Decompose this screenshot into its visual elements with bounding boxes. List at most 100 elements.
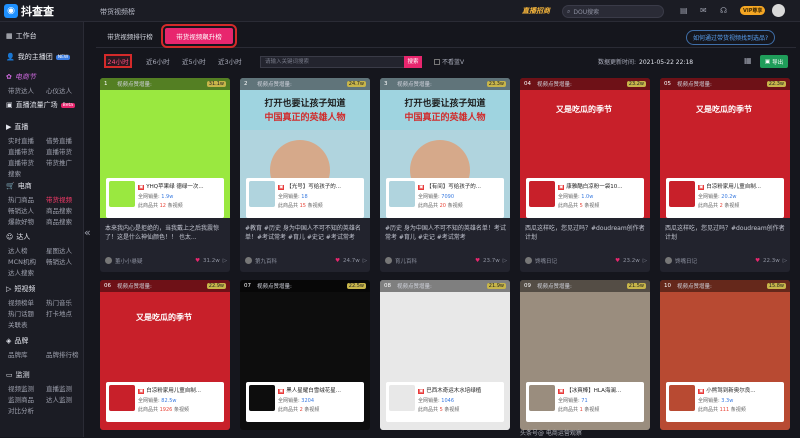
- sidebar-sub-brand-1[interactable]: 品牌库: [8, 349, 28, 359]
- product-info[interactable]: ▣ 白凉粉家用儿童自制... 全网销量: 82.5w 此商品共 1926 条视频: [106, 382, 224, 422]
- sidebar-sub-live-7[interactable]: 搜索: [8, 168, 21, 178]
- sidebar-sub-talent-5[interactable]: 达人搜索: [8, 267, 34, 277]
- sidebar-sub-video-2[interactable]: 热门音乐: [46, 297, 72, 307]
- author-avatar[interactable]: [385, 257, 392, 264]
- product-title[interactable]: ▣ 白凉粉家用儿童自制...: [138, 386, 222, 394]
- product-title[interactable]: ▣ 小熊驾到新奥尔良...: [698, 386, 782, 394]
- play-icon[interactable]: ▷: [643, 258, 647, 264]
- sidebar-sub-live-4[interactable]: 直播带货: [46, 146, 72, 156]
- author-name[interactable]: 馋嘴日记: [675, 257, 752, 265]
- video-card[interactable]: 07 视频点赞增量: 22.5w ▣ 黑人星耀白雪绒花星... 全网销量: 3204 此商品…: [240, 280, 370, 430]
- product-title[interactable]: ▣ 康雅酷白凉粉一袋10...: [558, 182, 642, 190]
- printer-icon[interactable]: ▤: [680, 6, 688, 15]
- collapse-sidebar-icon[interactable]: «: [84, 226, 91, 239]
- sidebar-section-ecom[interactable]: 🛒 电商: [6, 181, 32, 191]
- sidebar-sub-monitor-5[interactable]: 对比分析: [8, 405, 34, 415]
- product-info[interactable]: ▣ 小熊驾到新奥尔良... 全网销量: 3.3w 此商品共 111 条视频: [666, 382, 784, 422]
- sidebar-sub-monitor-1[interactable]: 视频监测: [8, 383, 34, 393]
- tab-rising[interactable]: 带货视频飙升榜: [161, 24, 237, 48]
- sidebar-sub-festival-1[interactable]: 带货达人: [8, 85, 34, 95]
- sidebar-sub-monitor-3[interactable]: 监测商品: [8, 394, 34, 404]
- author-avatar[interactable]: [245, 257, 252, 264]
- play-icon[interactable]: ▷: [503, 258, 507, 264]
- vip-badge[interactable]: VIP尊享: [740, 6, 766, 15]
- video-description[interactable]: #历史 身为中国人不可不知的英雄名单！考试常考 #育儿 #史记 #考试常考: [385, 224, 507, 242]
- sidebar-sub-live-1[interactable]: 实时直播: [8, 135, 34, 145]
- video-description[interactable]: #教育 #历史 身为中国人不可不知的英雄名单！#考试常考 #育儿 #史记 #考试…: [245, 224, 367, 242]
- play-icon[interactable]: ▷: [223, 258, 227, 264]
- filter-3h[interactable]: 近3小时: [218, 56, 242, 66]
- avatar[interactable]: [772, 4, 785, 17]
- sidebar-sub-ecom-3[interactable]: 畅销达人: [8, 205, 34, 215]
- mail-icon[interactable]: ✉: [700, 6, 707, 15]
- product-title[interactable]: ▣ YHQ苹果绿 德绿一次...: [138, 182, 222, 190]
- product-info[interactable]: ▣ 【冰爽棒】HLA海澜... 全网销量: 71 此商品共 1 条视频: [526, 382, 644, 422]
- sidebar-item-festival[interactable]: ✿ 电商节: [6, 72, 36, 82]
- author-avatar[interactable]: [665, 257, 672, 264]
- export-button[interactable]: ▣ 导出: [760, 55, 788, 68]
- filter-5h[interactable]: 近5小时: [182, 56, 206, 66]
- product-info[interactable]: ▣ 【有间】写给孩子的... 全网销量: 7090 此商品共 20 条视频: [386, 178, 504, 218]
- sidebar-sub-festival-2[interactable]: 心仪达人: [46, 85, 72, 95]
- sidebar-sub-ecom-5[interactable]: 爆款好物: [8, 216, 34, 226]
- sidebar-sub-video-4[interactable]: 打卡地点: [46, 308, 72, 318]
- author-avatar[interactable]: [105, 257, 112, 264]
- headset-icon[interactable]: ☊: [720, 6, 727, 15]
- sidebar-item-my-host[interactable]: 👤 我的主播团 NEW: [6, 52, 71, 62]
- promo-link[interactable]: 直播招商: [522, 6, 550, 16]
- video-card[interactable]: 又是吃瓜的季节 06 视频点赞增量: 22.9w ▣ 白凉粉家用儿童自制... 全网销量: …: [100, 280, 230, 430]
- sidebar-sub-video-3[interactable]: 热门话题: [8, 308, 34, 318]
- product-title[interactable]: ▣ 白凉粉家用儿童自制...: [698, 182, 782, 190]
- product-info[interactable]: ▣ 黑人星耀白雪绒花星... 全网销量: 3204 此商品共 2 条视频: [246, 382, 364, 422]
- sidebar-item-traffic[interactable]: ▣ 直播流量广场 Beta: [6, 100, 76, 110]
- help-link[interactable]: 如何通过带货视频找到选品?: [686, 30, 776, 45]
- global-search[interactable]: ⌕ DOU搜索: [562, 5, 664, 18]
- sidebar-section-monitor[interactable]: ▭ 监测: [6, 370, 30, 380]
- video-card[interactable]: 10 视频点赞增量: 15.8w ▣ 小熊驾到新奥尔良... 全网销量: 3.3w 此商品共…: [660, 280, 790, 430]
- author-name[interactable]: 馋嘴日记: [535, 257, 612, 265]
- video-description[interactable]: 西瓜这样吃，您见过吗？#doudream创作者计划: [525, 224, 647, 242]
- product-info[interactable]: ▣ 白凉粉家用儿童自制... 全网销量: 20.2w 此商品共 2 条视频: [666, 178, 784, 218]
- sidebar-sub-talent-1[interactable]: 达人榜: [8, 245, 28, 255]
- sidebar-sub-live-2[interactable]: 借势直播: [46, 135, 72, 145]
- sidebar-section-talent[interactable]: ☺ 达人: [6, 232, 30, 242]
- sidebar-sub-video-1[interactable]: 视频榜单: [8, 297, 34, 307]
- sidebar-item-workbench[interactable]: ▦ 工作台: [6, 31, 37, 41]
- sidebar-section-live[interactable]: ▶ 直播: [6, 122, 28, 132]
- video-card[interactable]: 又是吃瓜的季节 04 视频点赞增量: 23.2w ▣ 康雅酷白凉粉一袋10... 全网销量:…: [520, 78, 650, 272]
- product-info[interactable]: ▣ YHQ苹果绿 德绿一次... 全网销量: 1.9w 此商品共 12 条视频: [106, 178, 224, 218]
- calendar-icon[interactable]: ▦: [744, 56, 752, 65]
- play-icon[interactable]: ▷: [363, 258, 367, 264]
- product-title[interactable]: ▣ 【光号】写给孩子的...: [278, 182, 362, 190]
- filter-6h[interactable]: 近6小时: [146, 56, 170, 66]
- video-card[interactable]: 1 视频点赞增量: 31.1w ▣ YHQ苹果绿 德绿一次... 全网销量: 1.9w 此商…: [100, 78, 230, 272]
- video-description[interactable]: 本来我内心是拒绝的，当我戴上之后我震惊了！这是什么神仙颜色！！ 也太...: [105, 224, 227, 242]
- keyword-input[interactable]: 请输入关键词搜索: [260, 56, 406, 68]
- exclude-blue-v-checkbox[interactable]: 不看蓝V: [434, 57, 464, 66]
- author-name[interactable]: 第九百科: [255, 257, 332, 265]
- sidebar-sub-monitor-2[interactable]: 直播监测: [46, 383, 72, 393]
- sidebar-section-brand[interactable]: ◈ 品牌: [6, 336, 28, 346]
- sidebar-sub-ecom-6[interactable]: 商品搜索: [46, 216, 72, 226]
- video-card[interactable]: 打开也要让孩子知道 中国真正的英雄人物 2 视频点赞增量: 24.7w ▣ 【光号】写给孩子…: [240, 78, 370, 272]
- sidebar-sub-brand-2[interactable]: 品牌排行榜: [46, 349, 79, 359]
- author-name[interactable]: 董小小悬疑: [115, 257, 192, 265]
- filter-24h[interactable]: 24小时: [104, 54, 132, 68]
- sidebar-sub-monitor-4[interactable]: 达人监测: [46, 394, 72, 404]
- author-avatar[interactable]: [525, 257, 532, 264]
- tab-rank[interactable]: 带货视频排行榜: [100, 28, 160, 44]
- sidebar-sub-live-3[interactable]: 直播带货: [8, 146, 34, 156]
- keyword-search-button[interactable]: 搜索: [404, 56, 422, 68]
- product-title[interactable]: ▣ 【有间】写给孩子的...: [418, 182, 502, 190]
- video-card[interactable]: 又是吃瓜的季节 05 视频点赞增量: 22.3w ▣ 白凉粉家用儿童自制... 全网销量: …: [660, 78, 790, 272]
- sidebar-sub-talent-4[interactable]: 畅销达人: [46, 256, 72, 266]
- sidebar-sub-talent-2[interactable]: 星图达人: [46, 245, 72, 255]
- product-title[interactable]: ▣ 黑人星耀白雪绒花星...: [278, 386, 362, 394]
- video-card[interactable]: 打开也要让孩子知道 中国真正的英雄人物 3 视频点赞增量: 23.3w ▣ 【有间】写给孩子…: [380, 78, 510, 272]
- video-description[interactable]: 西瓜这样吃，您见过吗？#doudream创作者计划: [665, 224, 787, 242]
- sidebar-sub-live-5[interactable]: 直播带货: [8, 157, 34, 167]
- product-title[interactable]: ▣ 【冰爽棒】HLA海澜...: [558, 386, 642, 394]
- sidebar-sub-ecom-4[interactable]: 商品搜索: [46, 205, 72, 215]
- app-logo[interactable]: ◉ 抖查查: [4, 3, 54, 19]
- sidebar-sub-ecom-2[interactable]: 带货视频: [46, 194, 72, 204]
